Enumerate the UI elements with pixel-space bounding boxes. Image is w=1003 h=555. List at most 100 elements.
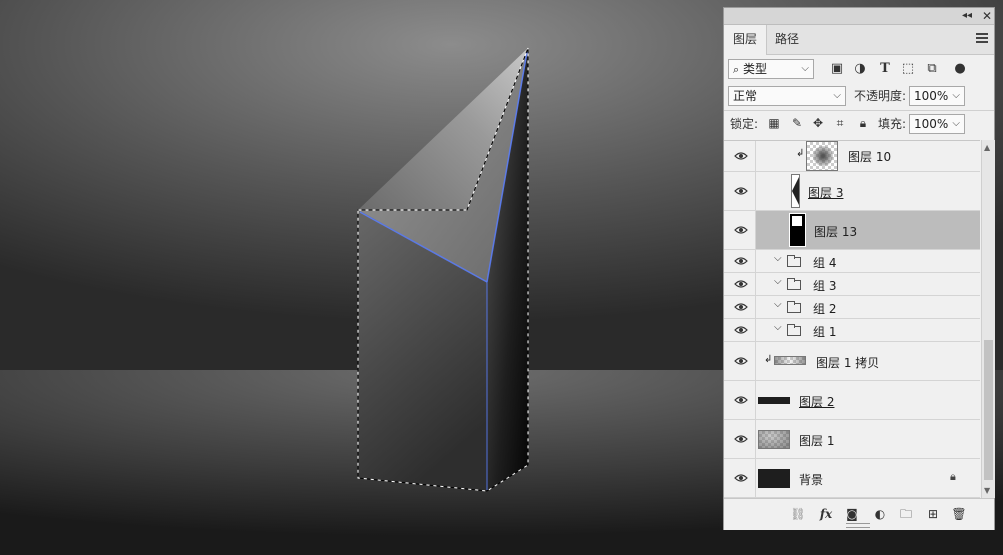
visibility-column <box>724 459 756 497</box>
layer-row-background[interactable]: 背景 🔒︎ <box>724 459 980 498</box>
layer-thumbnail <box>789 213 806 247</box>
adjustment-layer-icon[interactable]: ◐ <box>872 506 888 522</box>
layer-name[interactable]: 图层 1 拷贝 <box>816 354 879 371</box>
visibility-column <box>724 342 756 380</box>
panel-footer: ⛓ fx ◙ ◐ 🗀︎ ⊞ 🗑︎ <box>724 498 994 530</box>
lock-image-brush-icon[interactable]: ✎ <box>789 115 805 131</box>
chevron-down-icon: ⌵ <box>952 90 960 101</box>
blend-mode-value: 正常 <box>733 89 758 103</box>
new-group-icon[interactable]: 🗀︎ <box>898 506 914 522</box>
lock-label: 锁定: <box>730 117 759 131</box>
scroll-down-icon[interactable]: ▼ <box>984 486 990 495</box>
layer-name[interactable]: 图层 3 <box>808 184 843 201</box>
chevron-down-icon[interactable]: ⌵ <box>774 299 782 310</box>
chevron-down-icon[interactable]: ⌵ <box>774 253 782 264</box>
fx-icon[interactable]: fx <box>818 506 834 522</box>
smart-object-filter-icon[interactable]: ⧉ <box>924 61 940 77</box>
close-icon[interactable]: ✕ <box>982 9 992 23</box>
layer-row[interactable]: ↲ 图层 1 拷贝 <box>724 342 980 381</box>
lock-icon[interactable]: 🔒︎ <box>950 470 956 484</box>
layer-name[interactable]: 图层 13 <box>814 223 857 240</box>
resize-grip[interactable] <box>846 523 870 528</box>
visibility-column <box>724 381 756 419</box>
opacity-value: 100% <box>914 89 949 103</box>
layer-name[interactable]: 图层 10 <box>848 148 891 165</box>
eye-icon[interactable] <box>734 395 748 405</box>
eye-icon[interactable] <box>734 325 748 335</box>
eye-icon[interactable] <box>734 302 748 312</box>
layer-list: ↲ 图层 10 图层 3 图层 13 ⌵ 组 4 ⌵ 组 3 ⌵ 组 2 ⌵ 组… <box>724 140 980 499</box>
layer-row-group[interactable]: ⌵ 组 4 <box>724 250 980 273</box>
filter-row: ⌕ 类型 ⌵ ▣ ◑ T ⬚ ⧉ ● <box>724 56 994 83</box>
layer-row[interactable]: ↲ 图层 10 <box>724 141 980 172</box>
link-layers-icon[interactable]: ⛓ <box>790 506 806 522</box>
layer-name[interactable]: 背景 <box>799 471 823 488</box>
tab-paths[interactable]: 路径 <box>766 25 808 54</box>
eye-icon[interactable] <box>734 473 748 483</box>
layer-row-group[interactable]: ⌵ 组 2 <box>724 296 980 319</box>
folder-icon <box>787 255 801 267</box>
folder-icon <box>787 324 801 336</box>
tab-layers[interactable]: 图层 <box>724 25 768 55</box>
lock-all-icon[interactable]: 🔒︎ <box>855 115 871 131</box>
adjustment-filter-icon[interactable]: ◑ <box>852 61 868 77</box>
trash-icon[interactable]: 🗑︎ <box>951 506 967 522</box>
group-name[interactable]: 组 1 <box>813 323 836 340</box>
scroll-thumb[interactable] <box>984 340 993 480</box>
pixel-layer-filter-icon[interactable]: ▣ <box>829 61 845 77</box>
add-mask-icon[interactable]: ◙ <box>844 506 860 522</box>
layer-thumbnail <box>791 174 800 208</box>
group-name[interactable]: 组 2 <box>813 300 836 317</box>
layer-thumbnail <box>774 356 806 365</box>
chevron-down-icon[interactable]: ⌵ <box>774 322 782 333</box>
opacity-input[interactable]: 100% ⌵ <box>909 86 965 106</box>
type-filter-icon[interactable]: T <box>877 61 893 77</box>
visibility-column <box>724 420 756 458</box>
clip-arrow-icon: ↲ <box>764 354 773 365</box>
filter-kind-select[interactable]: ⌕ 类型 ⌵ <box>728 59 814 79</box>
layer-list-scrollbar[interactable]: ▲ ▼ <box>981 140 995 498</box>
clip-arrow-icon: ↲ <box>796 148 805 159</box>
visibility-column <box>724 141 756 171</box>
layer-name[interactable]: 图层 2 <box>799 393 834 410</box>
new-layer-icon[interactable]: ⊞ <box>925 506 941 522</box>
layer-row[interactable]: 图层 2 <box>724 381 980 420</box>
shape-filter-icon[interactable]: ⬚ <box>900 61 916 77</box>
layer-row-group[interactable]: ⌵ 组 3 <box>724 273 980 296</box>
layer-thumbnail <box>758 430 790 449</box>
lock-position-move-icon[interactable]: ✥ <box>810 115 826 131</box>
group-name[interactable]: 组 4 <box>813 254 836 271</box>
chevron-down-icon: ⌵ <box>801 63 809 74</box>
chevron-down-icon[interactable]: ⌵ <box>774 276 782 287</box>
blend-row: 正常 ⌵ 不透明度: 100% ⌵ <box>724 83 994 110</box>
blend-mode-select[interactable]: 正常 ⌵ <box>728 86 846 106</box>
layer-name[interactable]: 图层 1 <box>799 432 834 449</box>
layer-row-selected[interactable]: 图层 13 <box>724 211 980 250</box>
visibility-column <box>724 211 756 249</box>
lock-row: 锁定: ▦ ✎ ✥ ⌗ 🔒︎ 填充: 100% ⌵ <box>724 110 994 138</box>
eye-icon[interactable] <box>734 279 748 289</box>
visibility-column <box>724 273 756 295</box>
visibility-column <box>724 250 756 272</box>
eye-icon[interactable] <box>734 356 748 366</box>
lock-artboard-icon[interactable]: ⌗ <box>832 115 848 131</box>
eye-icon[interactable] <box>734 186 748 196</box>
eye-icon[interactable] <box>734 256 748 266</box>
layer-row[interactable]: 图层 1 <box>724 420 980 459</box>
eye-icon[interactable] <box>734 434 748 444</box>
filter-toggle-icon[interactable]: ● <box>952 61 968 77</box>
fill-value: 100% <box>914 117 949 131</box>
layer-row[interactable]: 图层 3 <box>724 172 980 211</box>
double-chevron-icon[interactable]: ◂◂ <box>962 9 972 23</box>
group-name[interactable]: 组 3 <box>813 277 836 294</box>
eye-icon[interactable] <box>734 225 748 235</box>
eye-icon[interactable] <box>734 151 748 161</box>
scroll-up-icon[interactable]: ▲ <box>984 143 990 152</box>
layer-row-group[interactable]: ⌵ 组 1 <box>724 319 980 342</box>
lock-transparent-icon[interactable]: ▦ <box>766 115 782 131</box>
layers-panel: ◂◂ ✕ 图层 路径 ⌕ 类型 ⌵ ▣ ◑ T ⬚ ⧉ ● 正常 ⌵ 不透明度:… <box>723 7 995 530</box>
panel-menu-icon[interactable] <box>976 33 988 43</box>
folder-icon <box>787 301 801 313</box>
layer-thumbnail <box>758 469 790 488</box>
fill-input[interactable]: 100% ⌵ <box>909 114 965 134</box>
